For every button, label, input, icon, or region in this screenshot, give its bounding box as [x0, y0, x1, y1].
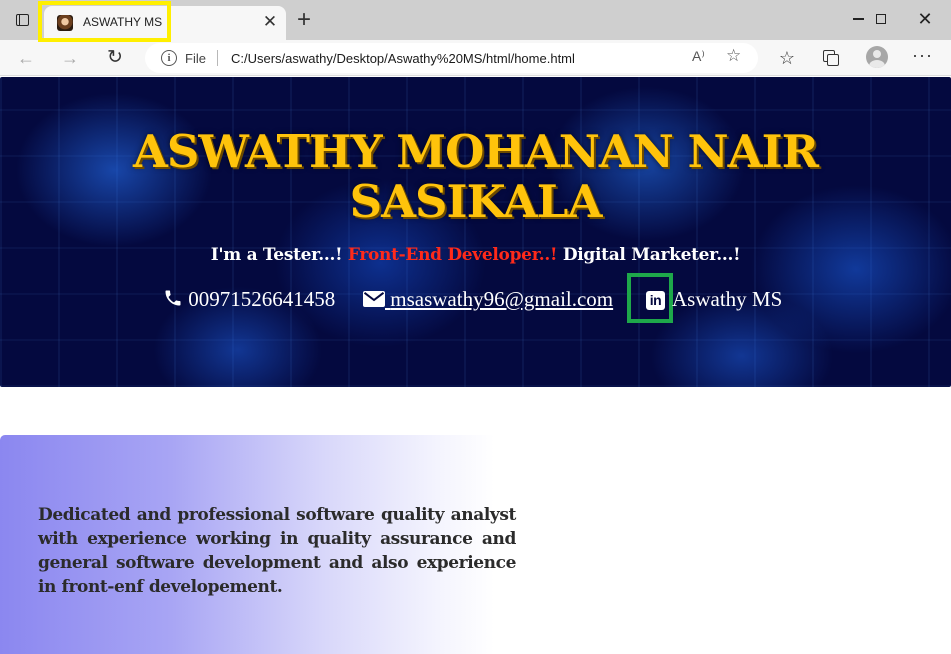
contact-email-link[interactable]: msaswathy96@gmail.com [363, 287, 613, 315]
phone-number: 00971526641458 [188, 287, 336, 311]
linkedin-name[interactable]: Aswathy MS [672, 287, 782, 315]
tagline-frontend: Front-End Developer..! [347, 245, 558, 265]
tagline-marketer: Digital Marketer...! [557, 245, 741, 265]
name-line-2: SASIKALA [349, 175, 603, 228]
favorites-icon[interactable]: ☆ [776, 47, 798, 69]
tagline: I'm a Tester...! Front-End Developer..! … [0, 245, 951, 265]
tab-actions-icon [15, 14, 29, 26]
about-description: Dedicated and professional software qual… [38, 505, 516, 597]
tab-favicon [57, 15, 73, 31]
address-separator [217, 50, 218, 66]
refresh-button[interactable]: ↻ [102, 45, 128, 71]
tab-title: ASWATHY MS [83, 15, 163, 29]
tab-close-icon[interactable]: ✕ [262, 12, 278, 32]
about-section: Dedicated and professional software qual… [0, 435, 951, 654]
add-favorite-icon[interactable]: ☆ [726, 46, 741, 66]
contact-phone: 00971526641458 [163, 287, 335, 315]
name-line-1: ASWATHY MOHANAN NAIR [132, 125, 819, 178]
window-maximize-button[interactable] [861, 5, 901, 33]
tagline-tester: I'm a Tester...! [210, 245, 348, 265]
phone-icon [165, 290, 181, 306]
forward-button[interactable]: → [57, 45, 83, 71]
site-info-icon[interactable]: i [161, 50, 177, 66]
back-button[interactable]: ← [13, 45, 39, 71]
address-scheme-label: File [185, 51, 206, 66]
read-aloud-icon[interactable]: A⁾ [692, 48, 705, 65]
collections-icon[interactable] [820, 47, 842, 69]
profile-avatar[interactable] [866, 46, 888, 68]
address-url[interactable]: C:/Users/aswathy/Desktop/Aswathy%20MS/ht… [231, 51, 575, 66]
page-title: ASWATHY MOHANAN NAIR SASIKALA [40, 127, 911, 227]
browser-toolbar: ← → ↻ i File C:/Users/aswathy/Desktop/As… [0, 40, 951, 76]
tab-aswathy-ms[interactable]: ASWATHY MS ✕ [44, 6, 286, 40]
maximize-icon [876, 14, 886, 24]
tab-actions-button[interactable] [8, 8, 36, 32]
linkedin-icon[interactable]: in [646, 291, 665, 310]
envelope-icon [363, 291, 385, 307]
hero-banner: ASWATHY MOHANAN NAIR SASIKALA I'm a Test… [0, 77, 951, 387]
settings-more-icon[interactable]: ··· [912, 45, 933, 66]
address-bar[interactable]: i File C:/Users/aswathy/Desktop/Aswathy%… [145, 43, 758, 73]
tab-strip: ASWATHY MS ✕ + ✕ [0, 0, 951, 42]
new-tab-button[interactable]: + [292, 8, 316, 33]
window-close-button[interactable]: ✕ [905, 5, 945, 33]
email-address[interactable]: msaswathy96@gmail.com [390, 287, 613, 311]
